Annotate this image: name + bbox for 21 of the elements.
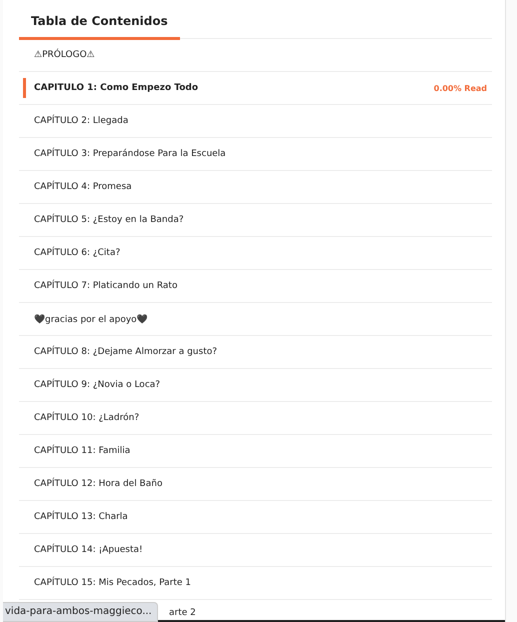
read-progress: 0.00% Read bbox=[434, 84, 487, 92]
chapter-item[interactable]: CAPÍTULO 4: Promesa bbox=[19, 171, 492, 204]
chapter-title: CAPITULO 1: Como Empezo Todo bbox=[34, 83, 198, 93]
chapter-item[interactable]: CAPÍTULO 9: ¿Novia o Loca? bbox=[19, 369, 492, 402]
chapter-item[interactable]: CAPÍTULO 15: Mis Pecados, Parte 1 bbox=[19, 567, 492, 600]
chapter-item[interactable]: CAPÍTULO 2: Llegada bbox=[19, 105, 492, 138]
chapter-item[interactable]: CAPÍTULO 10: ¿Ladrón? bbox=[19, 402, 492, 435]
chapter-item[interactable]: CAPÍTULO 8: ¿Dejame Almorzar a gusto? bbox=[19, 336, 492, 369]
chapter-item[interactable]: CAPÍTULO 12: Hora del Baño bbox=[19, 468, 492, 501]
link-status-tooltip: vida-para-ambos-maggieco... bbox=[3, 602, 158, 622]
chapter-item[interactable]: CAPITULO 1: Como Empezo Todo 0.00% Read bbox=[19, 72, 492, 105]
chapter-item[interactable]: CAPÍTULO 14: ¡Apuesta! bbox=[19, 534, 492, 567]
chapter-item[interactable]: CAPÍTULO 5: ¿Estoy en la Banda? bbox=[19, 204, 492, 237]
chapter-item[interactable]: ⚠PRÓLOGO⚠ bbox=[19, 39, 492, 72]
table-of-contents-tab[interactable]: Tabla de Contenidos bbox=[19, 12, 180, 40]
chapter-item[interactable]: CAPÍTULO 11: Familia bbox=[19, 435, 492, 468]
chapter-item[interactable]: CAPÍTULO 13: Charla bbox=[19, 501, 492, 534]
chapter-item[interactable]: 🖤gracias por el apoyo🖤 bbox=[19, 303, 492, 336]
chapter-item[interactable]: CAPÍTULO 3: Preparándose Para la Escuela bbox=[19, 138, 492, 171]
chapter-item[interactable]: CAPÍTULO 7: Platicando un Rato bbox=[19, 270, 492, 303]
chapter-item[interactable]: CAPÍTULO 6: ¿Cita? bbox=[19, 237, 492, 270]
